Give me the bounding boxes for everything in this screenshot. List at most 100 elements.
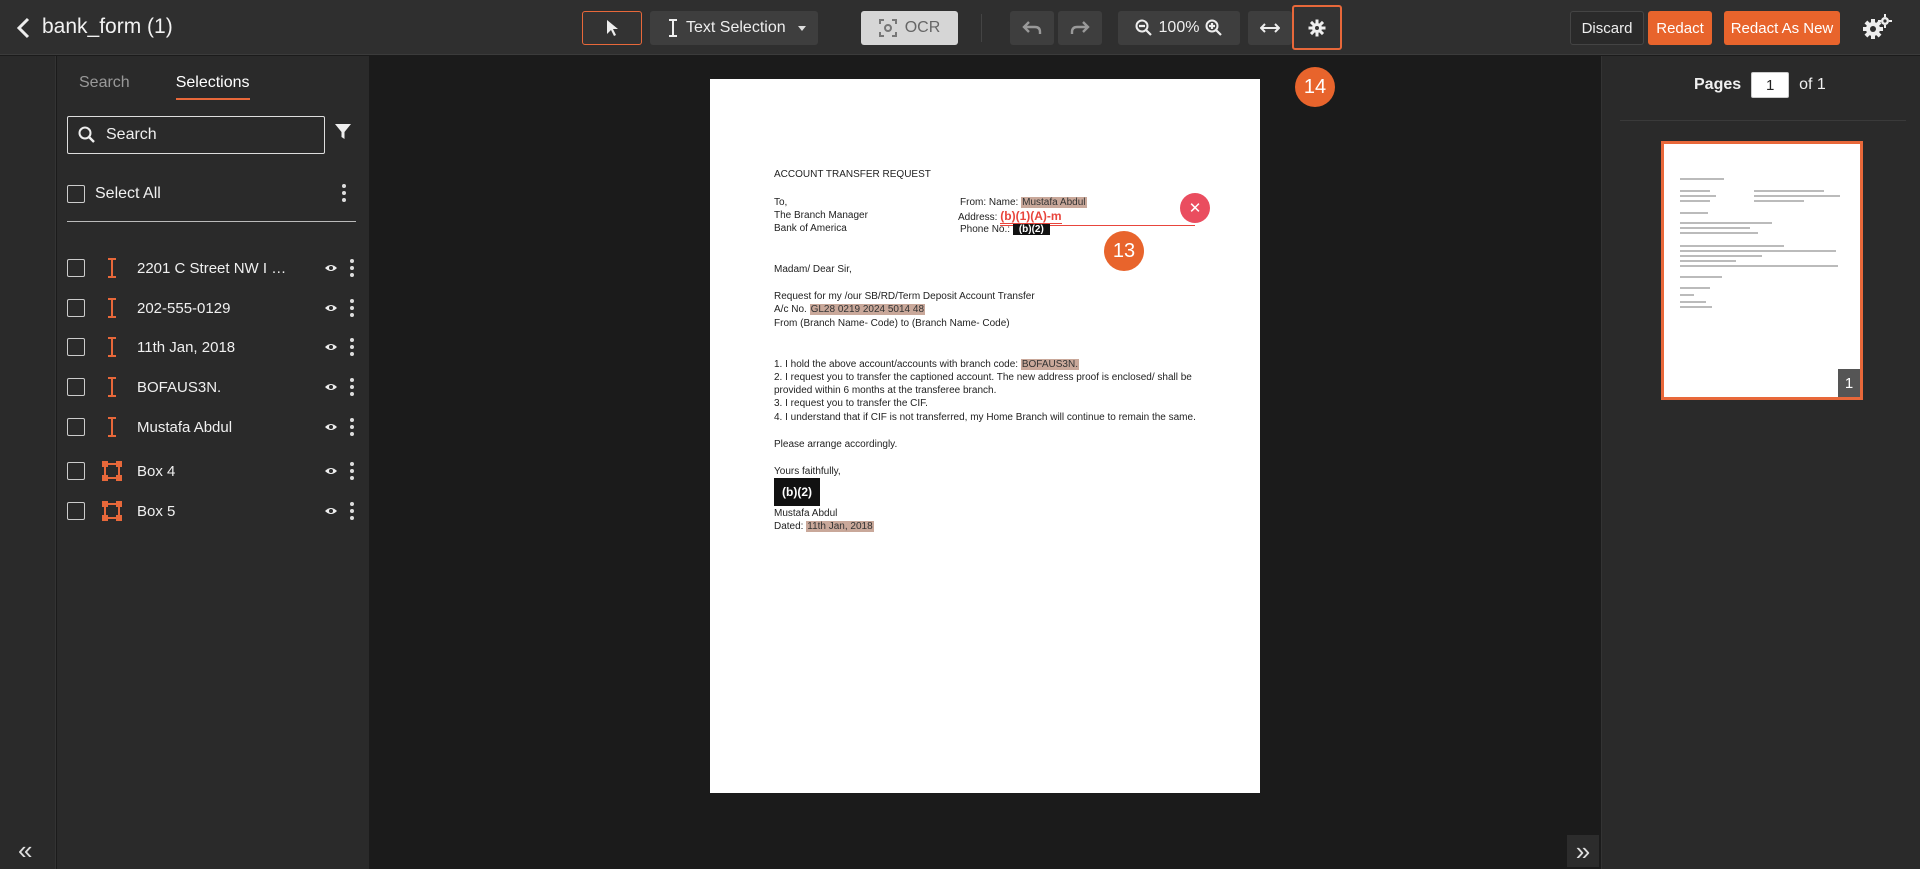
selection-label: BOFAUS3N. (137, 378, 222, 396)
eye-icon[interactable] (324, 504, 338, 518)
item-checkbox[interactable] (67, 259, 85, 277)
selection-item[interactable]: Mustafa Abdul (67, 412, 362, 442)
step-badge-13: 13 (1104, 231, 1144, 271)
back-arrow-icon[interactable] (14, 16, 34, 40)
item-more-icon[interactable] (347, 257, 357, 279)
tab-selections[interactable]: Selections (175, 74, 250, 100)
text-cursor-icon (99, 376, 125, 398)
selection-item[interactable]: 11th Jan, 2018 (67, 332, 362, 362)
ac-label: A/c No. (774, 304, 807, 315)
selection-label: Mustafa Abdul (137, 418, 233, 436)
item-checkbox[interactable] (67, 338, 85, 356)
eye-icon[interactable] (324, 420, 338, 434)
redact-as-new-button[interactable]: Redact As New (1724, 11, 1840, 45)
selections-panel: Search Selections Select All 2201 C Stre… (57, 56, 369, 869)
selection-item[interactable]: Box 5 (67, 496, 362, 526)
redo-button[interactable] (1058, 11, 1102, 45)
settings-button[interactable] (1292, 5, 1342, 50)
selection-label: 202-555-0129 (137, 299, 231, 317)
phone-redaction-block[interactable]: (b)(2) (1012, 224, 1050, 235)
item-more-icon[interactable] (347, 416, 357, 438)
ocr-button[interactable]: OCR (861, 11, 958, 45)
doc-branch-line: From (Branch Name- Code) to (Branch Name… (774, 318, 1010, 329)
select-all-checkbox[interactable] (67, 185, 85, 203)
highlight-account[interactable]: GL28 0219 2024 5014 48 (809, 304, 926, 315)
eye-icon[interactable] (324, 301, 338, 315)
collapse-panel-icon[interactable]: « (18, 837, 32, 863)
doc-bank: Bank of America (774, 223, 847, 234)
undo-icon (1022, 21, 1042, 34)
dated-label: Dated: (774, 521, 804, 532)
doc-closing: Yours faithfully, (774, 466, 841, 477)
signature-redaction-box[interactable]: (b)(2) (774, 478, 820, 506)
point1-text: 1. I hold the above account/accounts wit… (774, 359, 1019, 370)
pages-panel: Pages of 1 1 (1601, 56, 1920, 869)
item-checkbox[interactable] (67, 418, 85, 436)
zoom-level: 100% (1158, 19, 1200, 36)
item-more-icon[interactable] (347, 460, 357, 482)
page-number-input[interactable] (1751, 72, 1790, 98)
tab-search[interactable]: Search (79, 74, 130, 100)
doc-signer: Mustafa Abdul (774, 508, 838, 519)
zoom-in-icon[interactable] (1205, 19, 1223, 37)
remove-redaction-close-icon[interactable]: ✕ (1180, 193, 1210, 223)
doc-heading: ACCOUNT TRANSFER REQUEST (774, 169, 931, 180)
zoom-out-icon[interactable] (1135, 19, 1153, 37)
text-selection-dropdown[interactable]: Text Selection (650, 11, 818, 45)
fit-width-button[interactable] (1248, 11, 1292, 45)
top-toolbar: bank_form (1) Text Selection OCR 100% Di… (0, 0, 1920, 55)
eye-icon[interactable] (324, 261, 338, 275)
cursor-arrow-icon (607, 20, 618, 36)
expand-panel-icon[interactable]: » (1567, 835, 1599, 867)
eye-icon[interactable] (324, 380, 338, 394)
address-label: Address: (958, 212, 998, 223)
item-checkbox[interactable] (67, 378, 85, 396)
eye-icon[interactable] (324, 464, 338, 478)
selection-item[interactable]: 202-555-0129 (67, 293, 362, 323)
highlight-date[interactable]: 11th Jan, 2018 (806, 521, 874, 532)
pages-divider (1620, 120, 1906, 121)
ocr-label: OCR (904, 19, 941, 36)
doc-salutation: Madam/ Dear Sir, (774, 264, 852, 275)
doc-point-4: 4. I understand that if CIF is not trans… (774, 412, 1196, 423)
from-name-label: From: Name: (960, 197, 1019, 208)
item-more-icon[interactable] (347, 376, 357, 398)
doc-from-name: From: Name: Mustafa Abdul (960, 197, 1087, 209)
eye-icon[interactable] (324, 340, 338, 354)
chevron-down-icon (798, 26, 806, 31)
selection-item[interactable]: 2201 C Street NW I Wa... (67, 253, 362, 283)
item-checkbox[interactable] (67, 502, 85, 520)
selection-item[interactable]: Box 4 (67, 456, 362, 486)
selection-label: Box 4 (137, 462, 176, 480)
box-select-icon (99, 500, 125, 522)
item-checkbox[interactable] (67, 299, 85, 317)
step-badge-14: 14 (1295, 67, 1335, 107)
pointer-tool-button[interactable] (582, 11, 642, 45)
selection-label: 11th Jan, 2018 (137, 338, 236, 356)
selection-label: 2201 C Street NW I Wa... (137, 259, 297, 277)
horizontal-arrows-icon (1260, 23, 1280, 33)
redo-icon (1070, 21, 1090, 34)
gears-settings-icon[interactable] (1862, 14, 1892, 42)
phone-label: Phone No.: (960, 224, 1011, 235)
document-title: bank_form (1) (42, 15, 173, 38)
search-input[interactable] (106, 126, 296, 144)
discard-button[interactable]: Discard (1570, 11, 1644, 45)
doc-to: To, (774, 197, 788, 208)
redact-button[interactable]: Redact (1648, 11, 1712, 45)
select-all-more-icon[interactable] (339, 182, 349, 204)
item-more-icon[interactable] (347, 500, 357, 522)
undo-button[interactable] (1010, 11, 1054, 45)
filter-icon[interactable] (333, 122, 353, 142)
item-checkbox[interactable] (67, 462, 85, 480)
search-icon (78, 126, 95, 143)
page-thumbnail[interactable]: 1 (1661, 141, 1863, 400)
ocr-scan-icon (878, 19, 897, 37)
item-more-icon[interactable] (347, 336, 357, 358)
selection-item[interactable]: BOFAUS3N. (67, 372, 362, 402)
highlight-name[interactable]: Mustafa Abdul (1021, 197, 1087, 208)
doc-request-line: Request for my /our SB/RD/Term Deposit A… (774, 291, 1035, 302)
highlight-branch-code[interactable]: BOFAUS3N. (1020, 359, 1079, 370)
document-page[interactable]: ACCOUNT TRANSFER REQUEST To, The Branch … (710, 79, 1260, 793)
item-more-icon[interactable] (347, 297, 357, 319)
